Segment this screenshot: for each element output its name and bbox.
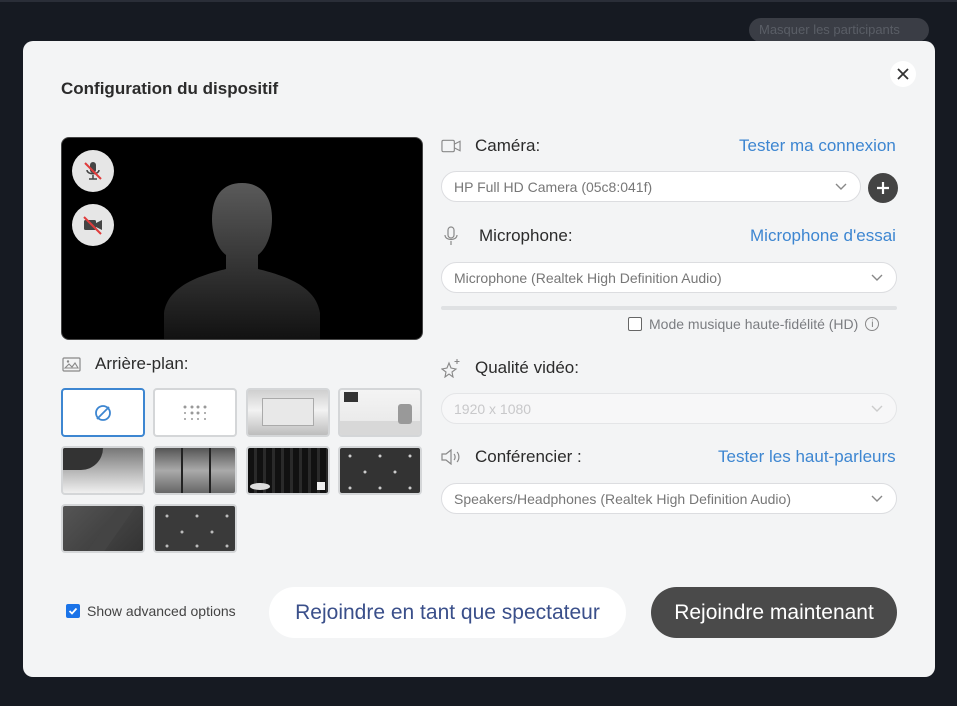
camera-off-icon <box>83 216 102 235</box>
chevron-down-icon <box>871 405 883 412</box>
background-tile-beach[interactable] <box>61 446 145 495</box>
microphone-level-meter <box>441 306 897 310</box>
image-icon <box>61 354 81 374</box>
video-quality-label-text: Qualité vidéo: <box>475 358 579 377</box>
top-bar <box>0 0 957 2</box>
close-button[interactable] <box>890 61 916 87</box>
speaker-select-value: Speakers/Headphones (Realtek High Defini… <box>454 490 791 507</box>
modal-title: Configuration du dispositif <box>61 79 279 98</box>
test-speakers-link[interactable]: Tester les haut-parleurs <box>718 447 896 467</box>
background-tile-blur[interactable] <box>153 388 237 437</box>
blur-icon <box>183 405 207 420</box>
camera-toggle-button[interactable] <box>72 204 114 246</box>
hifi-mode-option[interactable]: Mode musique haute-fidélité (HD) i <box>628 316 880 332</box>
advanced-options-checkbox[interactable] <box>66 604 80 618</box>
video-camera-icon <box>441 136 461 156</box>
microphone-section-label: Microphone: <box>441 226 573 246</box>
speaker-label-text: Conférencier : <box>475 447 582 466</box>
no-background-icon <box>95 404 111 421</box>
microphone-label-text: Microphone: <box>479 226 573 245</box>
info-icon[interactable]: i <box>865 317 880 331</box>
microphone-select-value: Microphone (Realtek High Definition Audi… <box>454 269 722 286</box>
add-camera-button[interactable] <box>868 173 898 203</box>
device-setup-modal: Configuration du dispositif Arrière-plan… <box>23 41 935 677</box>
speaker-icon <box>441 447 461 467</box>
background-tile-window-view[interactable] <box>153 446 237 495</box>
background-label-text: Arrière-plan: <box>95 354 189 373</box>
close-icon <box>897 68 909 80</box>
background-tile-empty-room[interactable] <box>246 388 330 437</box>
hifi-checkbox[interactable] <box>628 317 642 331</box>
speaker-section-label: Conférencier : <box>441 447 582 467</box>
chevron-down-icon <box>835 183 847 190</box>
checkmark-icon <box>68 607 78 615</box>
join-as-spectator-button[interactable]: Rejoindre en tant que spectateur <box>269 587 626 638</box>
speaker-select[interactable]: Speakers/Headphones (Realtek High Defini… <box>441 483 897 514</box>
background-tile-pattern-dark[interactable] <box>338 446 422 495</box>
chevron-down-icon <box>871 274 883 281</box>
video-quality-select[interactable]: 1920 x 1080 <box>441 393 897 424</box>
microphone-icon <box>441 226 461 246</box>
background-tile-none[interactable] <box>61 388 145 437</box>
background-tile-pattern-dark-2[interactable] <box>153 504 237 553</box>
background-tile-office[interactable] <box>338 388 422 437</box>
avatar-silhouette <box>164 183 320 339</box>
chevron-down-icon <box>871 495 883 502</box>
advanced-options-toggle[interactable]: Show advanced options <box>66 603 236 619</box>
camera-select-value: HP Full HD Camera (05c8:041f) <box>454 178 653 195</box>
background-tile-gradient-dark[interactable] <box>61 504 145 553</box>
camera-select[interactable]: HP Full HD Camera (05c8:041f) <box>441 171 861 202</box>
mic-muted-icon <box>84 162 102 180</box>
plus-icon <box>877 182 889 194</box>
join-now-button[interactable]: Rejoindre maintenant <box>651 587 897 638</box>
advanced-options-label: Show advanced options <box>87 603 236 619</box>
sparkle-star-icon <box>441 358 461 378</box>
video-preview <box>61 137 423 340</box>
microphone-select[interactable]: Microphone (Realtek High Definition Audi… <box>441 262 897 293</box>
mic-toggle-button[interactable] <box>72 150 114 192</box>
background-section-label: Arrière-plan: <box>61 354 189 374</box>
camera-label-text: Caméra: <box>475 136 541 155</box>
video-quality-select-value: 1920 x 1080 <box>454 400 532 417</box>
hifi-label: Mode musique haute-fidélité (HD) <box>649 316 859 332</box>
camera-section-label: Caméra: <box>441 136 540 156</box>
video-quality-section-label: Qualité vidéo: <box>441 358 579 378</box>
test-connection-link[interactable]: Tester ma connexion <box>739 136 896 156</box>
background-pill: Masquer les participants <box>749 18 929 42</box>
background-tile-dark-stage[interactable] <box>246 446 330 495</box>
test-microphone-link[interactable]: Microphone d'essai <box>750 226 896 246</box>
